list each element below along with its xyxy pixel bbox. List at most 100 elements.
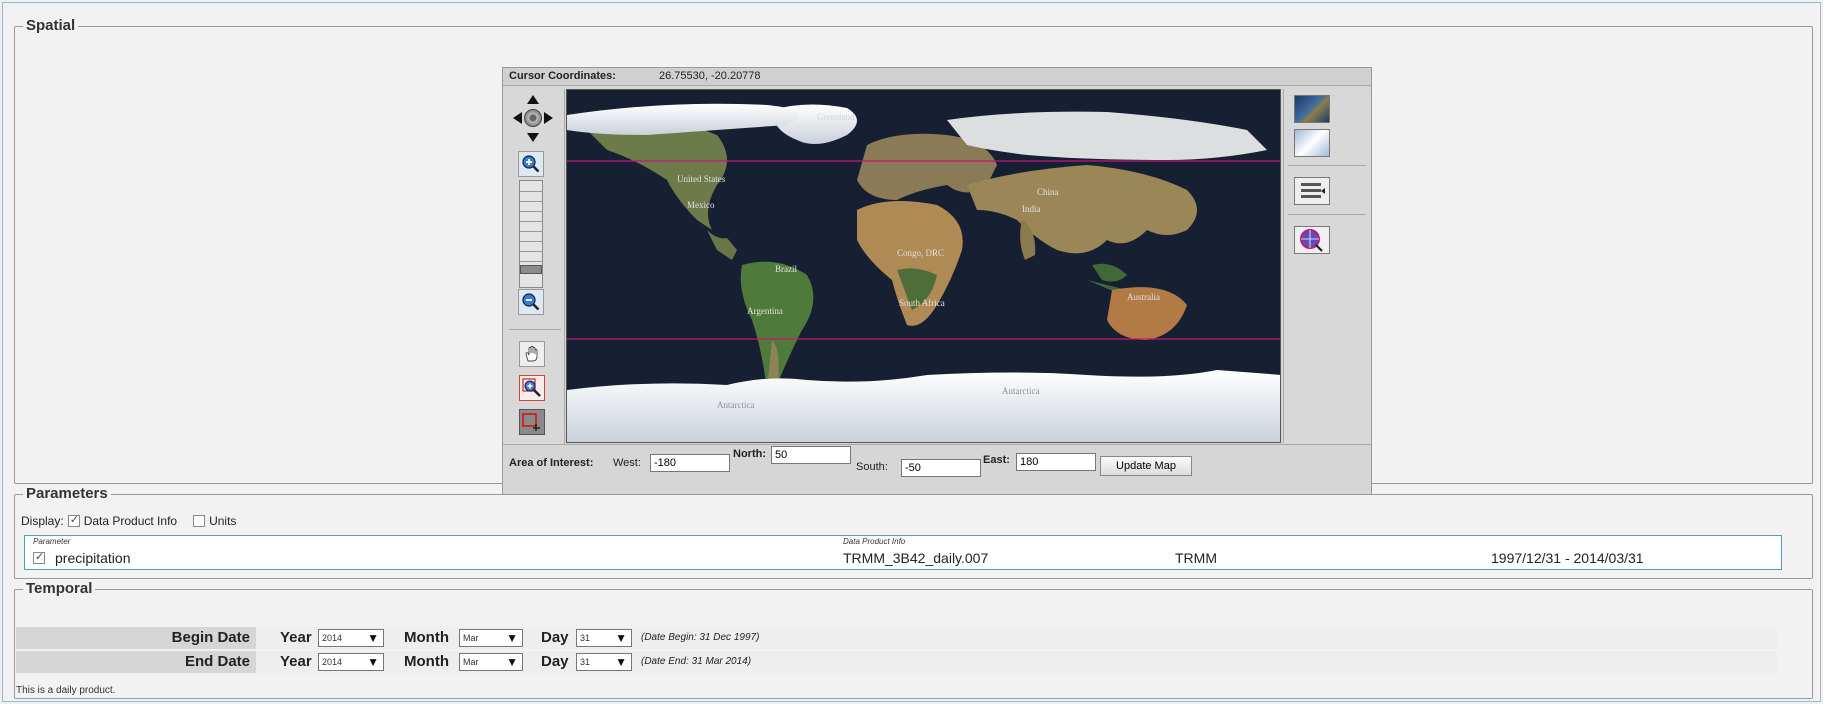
cursor-coordinates-bar: Cursor Coordinates: 26.75530, -20.20778 <box>503 68 1371 86</box>
spatial-legend: Spatial <box>23 17 79 34</box>
end-year-value: 2014 <box>322 657 343 667</box>
layers-button[interactable] <box>1294 177 1330 205</box>
map-label-antarctica-right: Antarctica <box>1002 386 1039 396</box>
pan-down-icon[interactable] <box>527 133 539 142</box>
begin-date-row: Begin Date Year 2014 ▼ Month Mar ▼ Day 3… <box>16 627 1777 649</box>
map-right-toolbar <box>1283 89 1369 443</box>
map-label-united-states: United States <box>677 174 726 184</box>
parameter-column-header: Parameter <box>33 537 71 546</box>
parameters-fieldset: Parameters Display: Data Product Info Un… <box>14 485 1813 579</box>
update-map-button[interactable]: Update Map <box>1100 456 1192 476</box>
daily-product-note: This is a daily product. <box>16 685 116 696</box>
aoi-south-label: South: <box>856 461 888 473</box>
plain-map-icon[interactable] <box>1294 129 1330 157</box>
parameter-product: TRMM_3B42_daily.007 <box>843 550 989 566</box>
temporal-legend: Temporal <box>23 580 96 597</box>
zoom-slider-thumb[interactable] <box>520 265 542 274</box>
chevron-down-icon: ▼ <box>506 655 518 669</box>
draw-rectangle-button[interactable] <box>519 409 545 435</box>
parameter-mission: TRMM <box>1175 550 1217 566</box>
map-left-toolbar <box>505 89 565 461</box>
map-label-brazil: Brazil <box>775 264 797 274</box>
chevron-down-icon: ▼ <box>615 631 627 645</box>
cursor-coordinates-label: Cursor Coordinates: <box>509 70 616 82</box>
zoom-slider[interactable] <box>519 180 543 288</box>
world-map-image: Greenland United States Mexico Brazil Ar… <box>567 90 1280 442</box>
begin-day-label: Day <box>541 629 569 646</box>
page-container: Spatial Cursor Coordinates: 26.75530, -2… <box>2 2 1821 702</box>
satellite-map-icon[interactable] <box>1294 95 1330 123</box>
aoi-east-input[interactable] <box>1016 453 1096 471</box>
cursor-coordinates-value: 26.75530, -20.20778 <box>659 70 761 82</box>
begin-month-label: Month <box>404 629 449 646</box>
layers-icon <box>1301 183 1325 198</box>
aoi-west-label: West: <box>613 457 641 469</box>
spatial-fieldset: Spatial Cursor Coordinates: 26.75530, -2… <box>14 17 1813 499</box>
display-options: Display: Data Product Info Units <box>21 513 237 528</box>
data-product-info-checkbox[interactable] <box>67 513 80 527</box>
map-label-congo: Congo, DRC <box>897 248 944 258</box>
map-label-antarctica-left: Antarctica <box>717 400 754 410</box>
pan-arrows-icon <box>513 95 553 142</box>
end-month-select[interactable]: Mar ▼ <box>459 653 523 671</box>
map-label-south-africa: South Africa <box>899 298 945 308</box>
aoi-west-input[interactable] <box>650 454 730 472</box>
precipitation-checkbox[interactable] <box>33 550 45 564</box>
end-date-label: End Date <box>16 651 256 673</box>
begin-day-select[interactable]: 31 ▼ <box>576 629 632 647</box>
map-canvas[interactable]: Greenland United States Mexico Brazil Ar… <box>566 89 1281 443</box>
end-month-value: Mar <box>463 657 479 667</box>
aoi-north-input[interactable] <box>771 446 851 464</box>
end-date-row: End Date Year 2014 ▼ Month Mar ▼ Day 31 … <box>16 651 1777 673</box>
end-day-value: 31 <box>580 657 591 667</box>
aoi-east-label: East: <box>983 454 1010 466</box>
pan-left-icon[interactable] <box>513 112 522 124</box>
end-year-select[interactable]: 2014 ▼ <box>318 653 384 671</box>
pan-right-icon[interactable] <box>544 112 553 124</box>
chevron-down-icon: ▼ <box>506 631 518 645</box>
zoom-world-icon[interactable] <box>524 109 542 127</box>
begin-year-value: 2014 <box>322 633 343 643</box>
hand-icon <box>525 345 538 362</box>
chevron-down-icon: ▼ <box>615 655 627 669</box>
units-checkbox[interactable] <box>193 515 206 527</box>
pan-up-icon[interactable] <box>527 95 539 104</box>
begin-month-select[interactable]: Mar ▼ <box>459 629 523 647</box>
data-product-info-column-header: Data Product Info <box>843 537 906 546</box>
map-label-greenland: Greenland <box>817 112 855 122</box>
end-day-label: Day <box>541 653 569 670</box>
draw-rectangle-icon <box>522 413 540 431</box>
begin-date-label: Begin Date <box>16 627 256 649</box>
data-product-info-label: Data Product Info <box>83 514 178 528</box>
zoom-in-button[interactable] <box>518 151 544 177</box>
parameter-date-range: 1997/12/31 - 2014/03/31 <box>1491 550 1644 566</box>
zoom-box-icon <box>522 378 541 397</box>
globe-search-icon <box>1300 229 1323 252</box>
aoi-south-input[interactable] <box>901 459 981 477</box>
begin-date-note: (Date Begin: 31 Dec 1997) <box>641 632 760 643</box>
begin-year-label: Year <box>280 629 312 646</box>
map-label-mexico: Mexico <box>687 200 715 210</box>
zoom-box-button[interactable] <box>519 375 545 401</box>
parameters-legend: Parameters <box>23 485 111 502</box>
begin-year-select[interactable]: 2014 ▼ <box>318 629 384 647</box>
zoom-in-icon <box>522 155 540 173</box>
begin-day-value: 31 <box>580 633 591 643</box>
end-day-select[interactable]: 31 ▼ <box>576 653 632 671</box>
begin-month-value: Mar <box>463 633 479 643</box>
units-label: Units <box>209 514 237 528</box>
area-of-interest-bar: Area of Interest: West: North: South: Ea… <box>503 444 1371 498</box>
map-widget: Cursor Coordinates: 26.75530, -20.20778 <box>502 67 1372 499</box>
end-year-label: Year <box>280 653 312 670</box>
aoi-north-label: North: <box>733 448 766 460</box>
aoi-label: Area of Interest: <box>509 457 594 469</box>
zoom-out-icon <box>522 293 540 311</box>
pan-button[interactable] <box>519 341 545 367</box>
map-label-australia: Australia <box>1127 292 1160 302</box>
globe-search-button[interactable] <box>1294 226 1330 254</box>
chevron-down-icon: ▼ <box>367 631 379 645</box>
display-label: Display: <box>21 514 64 528</box>
parameter-name: precipitation <box>55 550 131 566</box>
map-label-india: India <box>1022 204 1041 214</box>
zoom-out-button[interactable] <box>518 289 544 315</box>
